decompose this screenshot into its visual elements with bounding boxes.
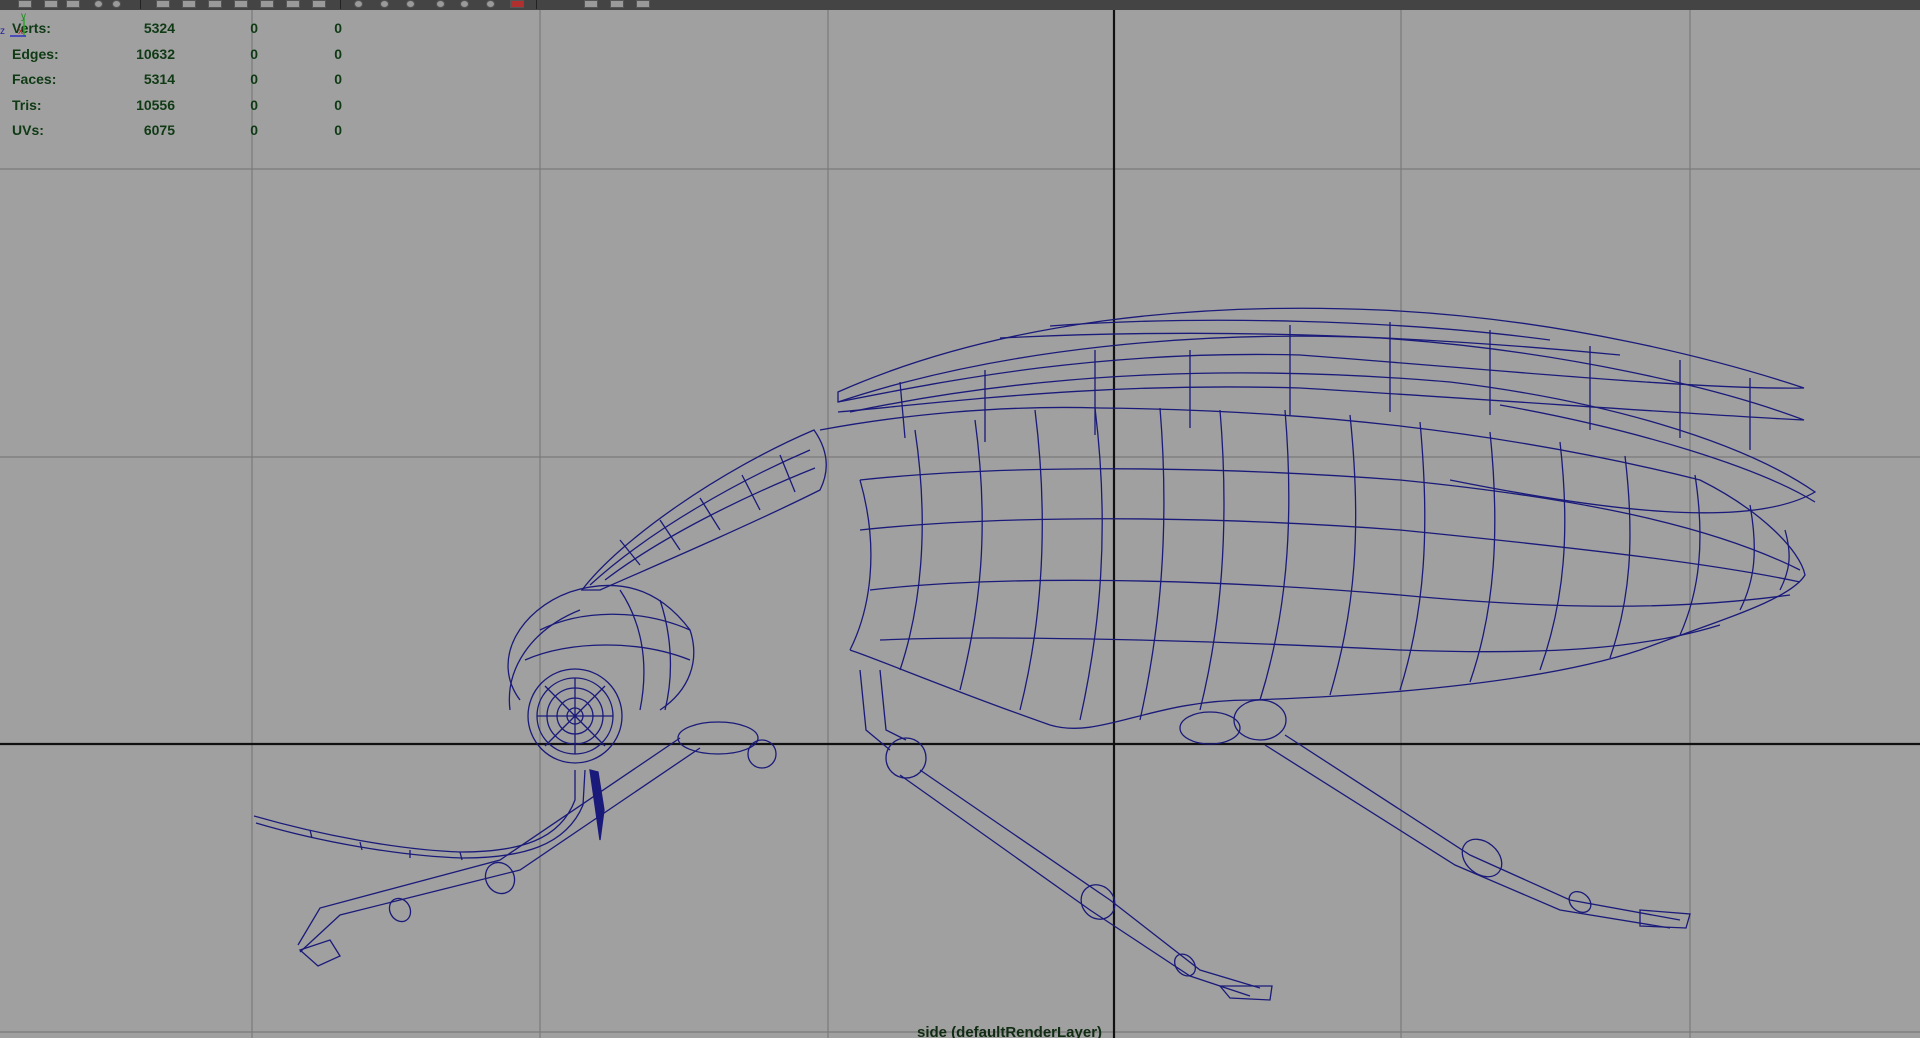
toolbar-separator <box>140 0 141 9</box>
toolbar-separator <box>536 0 537 9</box>
middle-leg-mesh[interactable] <box>859 669 1273 1001</box>
hud-row-uvs: UVs: 6075 0 0 <box>12 122 352 148</box>
hud-value: 0 <box>250 96 258 113</box>
toolbar-icon-2[interactable] <box>44 0 58 8</box>
toolbar-icon-11[interactable] <box>286 0 300 8</box>
camera-name-label: side (defaultRenderLayer) <box>917 1024 1103 1038</box>
abdomen-mesh[interactable] <box>819 406 1806 729</box>
toolbar-icon-19[interactable] <box>510 0 524 8</box>
hud-label: Tris: <box>12 96 42 113</box>
hud-row-faces: Faces: 5314 0 0 <box>12 71 352 97</box>
toolbar-icon-7[interactable] <box>182 0 196 8</box>
poly-count-hud: Verts: 5324 0 0 Edges: 10632 0 0 Faces: … <box>12 20 352 148</box>
toolbar-icon-3[interactable] <box>66 0 80 8</box>
toolbar-separator <box>340 0 341 9</box>
toolbar-icon-20[interactable] <box>584 0 598 8</box>
toolbar-icon-22[interactable] <box>636 0 650 8</box>
hud-value: 0 <box>334 45 342 62</box>
side-viewport[interactable]: Verts: 5324 0 0 Edges: 10632 0 0 Faces: … <box>0 10 1920 1038</box>
toolbar-icon-4[interactable] <box>94 0 103 8</box>
grid-lines <box>0 10 1920 1038</box>
hud-value: 0 <box>334 20 342 36</box>
toolbar-icon-14[interactable] <box>380 0 389 8</box>
hud-value: 0 <box>250 20 258 36</box>
toolbar-icon-6[interactable] <box>156 0 170 8</box>
toolbar-icon-8[interactable] <box>208 0 222 8</box>
hud-value: 6075 <box>143 122 175 139</box>
origin-axis-lines <box>0 10 1920 1038</box>
beetle-wireframe-mesh[interactable] <box>253 307 1817 1001</box>
viewport-canvas <box>0 10 1920 1038</box>
hud-label: Faces: <box>12 71 57 88</box>
toolbar-icon-16[interactable] <box>436 0 445 8</box>
toolbar-icon-12[interactable] <box>312 0 326 8</box>
hud-value: 0 <box>250 45 258 62</box>
hud-value: 0 <box>334 122 342 139</box>
hud-value: 5314 <box>143 71 175 88</box>
hud-value: 10556 <box>136 96 175 113</box>
toolbar-icon-5[interactable] <box>112 0 121 8</box>
axis-z-label: z <box>0 26 5 37</box>
hud-row-tris: Tris: 10556 0 0 <box>12 97 352 123</box>
hud-label: UVs: <box>12 122 44 139</box>
hind-leg-mesh[interactable] <box>1179 699 1691 929</box>
toolbar-icon-21[interactable] <box>610 0 624 8</box>
hud-value: 0 <box>334 96 342 113</box>
hud-value: 5324 <box>143 20 175 36</box>
view-axis-gizmo-icon: y z x <box>0 11 26 37</box>
hud-row-edges: Edges: 10632 0 0 <box>12 46 352 72</box>
axis-y-label: y <box>21 11 26 22</box>
toolbar-icon-9[interactable] <box>234 0 248 8</box>
antenna-mesh[interactable] <box>253 769 605 861</box>
toolbar-icon-13[interactable] <box>354 0 363 8</box>
thorax-mesh[interactable] <box>580 429 827 591</box>
axis-x-label: x <box>18 26 23 37</box>
toolbar-icon-1[interactable] <box>18 0 32 8</box>
toolbar-icon-18[interactable] <box>486 0 495 8</box>
toolbar-icon-10[interactable] <box>260 0 274 8</box>
front-leg-mesh[interactable] <box>297 721 777 967</box>
hud-value: 0 <box>250 71 258 88</box>
head-mesh[interactable] <box>507 584 695 764</box>
hud-value: 10632 <box>136 45 175 62</box>
hud-row-verts: Verts: 5324 0 0 <box>12 20 352 46</box>
toolbar-icon-17[interactable] <box>460 0 469 8</box>
hud-value: 0 <box>250 122 258 139</box>
hud-label: Edges: <box>12 45 59 62</box>
toolbar-icon-15[interactable] <box>406 0 415 8</box>
hud-value: 0 <box>334 71 342 88</box>
